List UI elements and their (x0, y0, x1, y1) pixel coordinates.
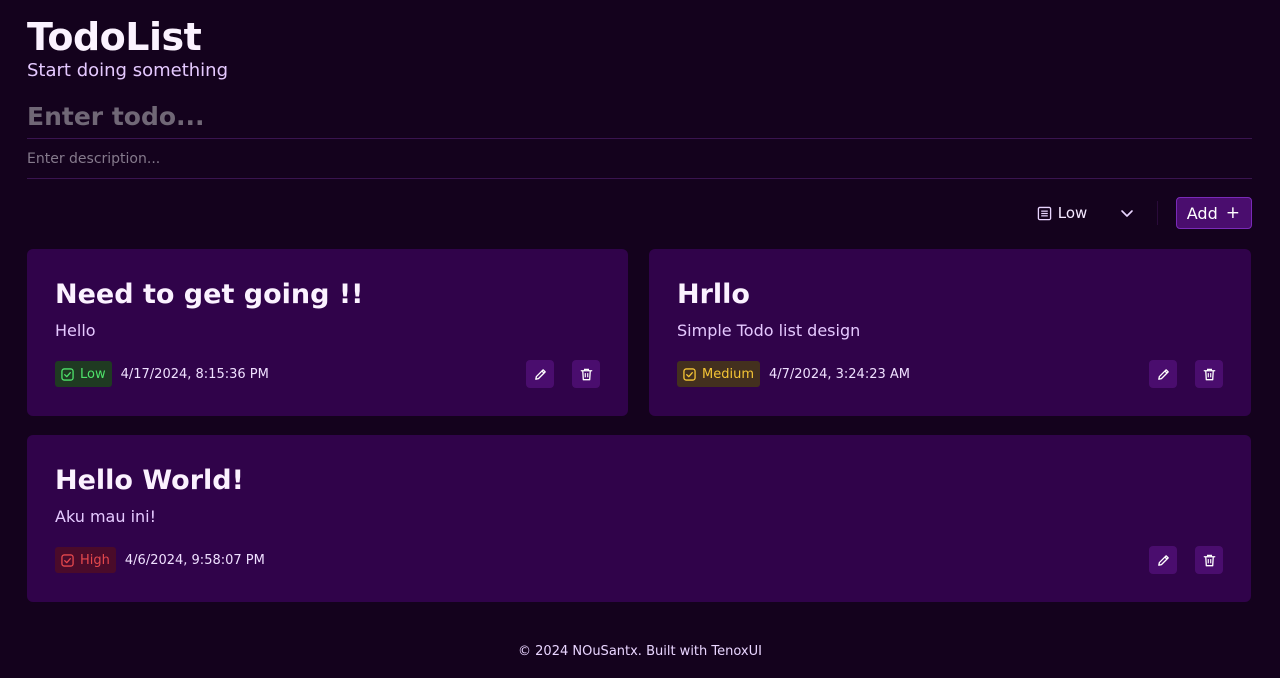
todo-description-input[interactable] (27, 139, 1252, 179)
list-icon (1037, 206, 1052, 221)
todo-card: Need to get going !! Hello Low 4/17/2024… (27, 249, 628, 416)
todo-description: Hello (55, 321, 96, 340)
chevron-down-icon (1119, 205, 1135, 221)
priority-badge-label: Medium (702, 366, 754, 382)
trash-icon (1202, 553, 1217, 568)
todo-actions (1149, 546, 1223, 574)
delete-button[interactable] (1195, 546, 1223, 574)
check-square-icon (61, 367, 74, 381)
trash-icon (1202, 367, 1217, 382)
app-title: TodoList (27, 15, 202, 59)
trash-icon (579, 367, 594, 382)
pencil-icon (533, 367, 548, 382)
priority-select[interactable]: Low (1031, 197, 1135, 229)
todo-title-input[interactable] (27, 99, 1252, 139)
priority-badge: High (55, 547, 116, 573)
pencil-icon (1156, 553, 1171, 568)
footer-text: © 2024 NOuSantx. Built with TenoxUI (518, 644, 762, 659)
priority-select-value: Low (1057, 204, 1088, 222)
todo-list: Need to get going !! Hello Low 4/17/2024… (27, 249, 1252, 602)
todo-meta: Medium 4/7/2024, 3:24:23 AM (677, 360, 1223, 388)
todo-timestamp: 4/17/2024, 8:15:36 PM (120, 366, 269, 382)
todo-meta: Low 4/17/2024, 8:15:36 PM (55, 360, 600, 388)
todo-description: Aku mau ini! (55, 507, 157, 526)
pencil-icon (1156, 367, 1171, 382)
todo-title: Hrllo (677, 279, 750, 310)
todo-card: Hello World! Aku mau ini! High 4/6/2024,… (27, 435, 1251, 602)
check-square-icon (61, 553, 74, 567)
todo-meta: High 4/6/2024, 9:58:07 PM (55, 546, 1223, 574)
todo-card: Hrllo Simple Todo list design Medium 4/7… (649, 249, 1251, 416)
todo-actions (526, 360, 600, 388)
add-todo-button[interactable]: Add + (1175, 197, 1252, 229)
priority-badge: Medium (677, 361, 760, 387)
todo-app: TodoList Start doing something Low A (0, 0, 1280, 678)
delete-button[interactable] (1195, 360, 1223, 388)
todo-actions (1149, 360, 1223, 388)
todo-timestamp: 4/7/2024, 3:24:23 AM (768, 366, 910, 382)
edit-button[interactable] (1149, 360, 1177, 388)
priority-badge-label: Low (80, 366, 106, 382)
todo-title: Need to get going !! (55, 279, 364, 310)
todo-timestamp: 4/6/2024, 9:58:07 PM (124, 552, 265, 568)
app-subtitle: Start doing something (27, 60, 228, 81)
form-controls: Low Add + (27, 197, 1252, 229)
todo-description: Simple Todo list design (677, 321, 861, 340)
delete-button[interactable] (572, 360, 600, 388)
edit-button[interactable] (526, 360, 554, 388)
todo-title: Hello World! (55, 465, 244, 496)
plus-icon: + (1225, 202, 1240, 223)
edit-button[interactable] (1149, 546, 1177, 574)
add-button-label: Add (1186, 203, 1218, 223)
priority-badge-label: High (80, 552, 110, 568)
priority-badge: Low (55, 361, 112, 387)
controls-divider (1156, 201, 1158, 225)
check-square-icon (683, 367, 696, 381)
